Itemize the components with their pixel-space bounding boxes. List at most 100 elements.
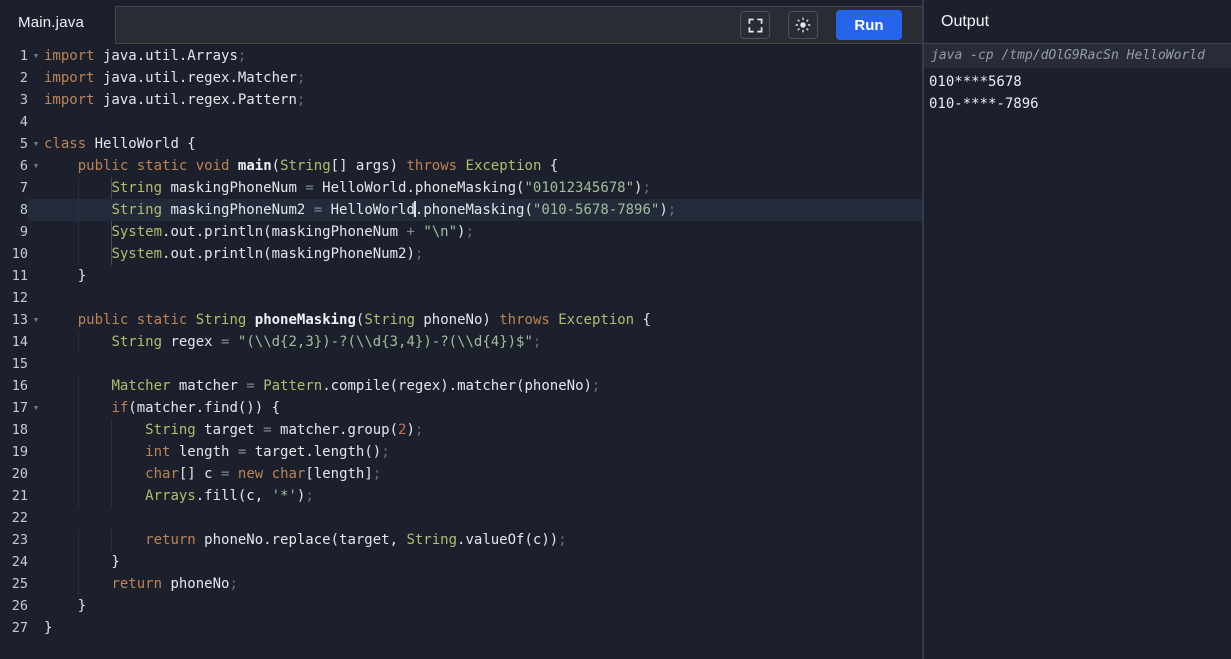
indent-guide — [77, 243, 79, 265]
code-line[interactable]: 2 import java.util.regex.Matcher; — [0, 67, 922, 89]
code-line[interactable]: 22 — [0, 507, 922, 529]
code-line[interactable]: 15 — [0, 353, 922, 375]
fold-icon[interactable]: ▾ — [28, 155, 44, 177]
line-number: 24 — [11, 554, 28, 570]
indent-guide — [111, 485, 113, 507]
code-content: return phoneNo; — [44, 573, 922, 595]
code-line[interactable]: 26 } — [0, 595, 922, 617]
indent-guide — [77, 485, 79, 507]
output-line: 010-****-7896 — [929, 96, 1039, 112]
run-button[interactable]: Run — [836, 10, 902, 40]
line-number: 4 — [19, 114, 28, 130]
line-number: 19 — [11, 444, 28, 460]
code-content: String target = matcher.group(2); — [44, 419, 922, 441]
line-number: 12 — [11, 290, 28, 306]
line-number: 26 — [11, 598, 28, 614]
code-content: if(matcher.find()) { — [44, 397, 922, 419]
tab-main-java[interactable]: Main.java — [0, 0, 115, 44]
line-number: 16 — [11, 378, 28, 394]
code-line[interactable]: 5 ▾ class HelloWorld { — [0, 133, 922, 155]
fold-icon[interactable]: ▾ — [28, 45, 44, 67]
code-content — [44, 111, 922, 133]
indent-guide — [77, 551, 79, 573]
code-line[interactable]: 3 import java.util.regex.Pattern; — [0, 89, 922, 111]
line-number: 18 — [11, 422, 28, 438]
code-line[interactable]: 21 Arrays.fill(c, '*'); — [0, 485, 922, 507]
editor-toolbar: Run — [115, 6, 922, 44]
indent-guide — [77, 463, 79, 485]
code-line[interactable]: 18 String target = matcher.group(2); — [0, 419, 922, 441]
fold-icon[interactable]: ▾ — [28, 309, 44, 331]
code-content: } — [44, 598, 87, 614]
theme-toggle-button[interactable] — [788, 11, 818, 39]
code-line[interactable]: 20 char[] c = new char[length]; — [0, 463, 922, 485]
code-line[interactable]: 23 return phoneNo.replace(target, String… — [0, 529, 922, 551]
line-number: 5 — [19, 136, 28, 152]
fold-icon[interactable]: ▾ — [28, 397, 44, 419]
code-line[interactable]: 7 String maskingPhoneNum = HelloWorld.ph… — [0, 177, 922, 199]
code-line[interactable]: 19 int length = target.length(); — [0, 441, 922, 463]
line-number: 21 — [11, 488, 28, 504]
indent-guide — [111, 529, 113, 551]
code-line[interactable]: 17 ▾ if(matcher.find()) { — [0, 397, 922, 419]
indent-guide — [77, 375, 79, 397]
code-content: import java.util.regex.Pattern; — [44, 92, 306, 108]
line-number: 17 — [11, 400, 28, 416]
fullscreen-button[interactable] — [740, 11, 770, 39]
indent-guide — [111, 441, 113, 463]
code-line[interactable]: 10 System.out.println(maskingPhoneNum2); — [0, 243, 922, 265]
line-number: 25 — [11, 576, 28, 592]
line-number: 7 — [19, 180, 28, 196]
code-line[interactable]: 4 — [0, 111, 922, 133]
code-line[interactable]: 14 String regex = "(\\d{2,3})-?(\\d{3,4}… — [0, 331, 922, 353]
line-number: 6 — [19, 158, 28, 174]
code-content: String maskingPhoneNum = HelloWorld.phon… — [44, 177, 922, 199]
indent-guide — [77, 573, 79, 595]
indent-guide — [111, 419, 113, 441]
header-bar: Main.java Run Output — [0, 0, 1231, 44]
output-lines: 010****5678 010-****-7896 — [924, 68, 1231, 115]
code-line[interactable]: 9 System.out.println(maskingPhoneNum + "… — [0, 221, 922, 243]
code-line[interactable]: 13 ▾ public static String phoneMasking(St… — [0, 309, 922, 331]
code-content: } — [44, 620, 53, 636]
output-command-line: java -cp /tmp/dOlG9RacSn HelloWorld — [924, 44, 1231, 68]
indent-guide — [77, 419, 79, 441]
line-number: 1 — [19, 48, 28, 64]
fold-icon[interactable]: ▾ — [28, 133, 44, 155]
code-line[interactable]: 25 return phoneNo; — [0, 573, 922, 595]
code-line[interactable]: 1 ▾ import java.util.Arrays; — [0, 45, 922, 67]
code-content: Matcher matcher = Pattern.compile(regex)… — [44, 375, 922, 397]
code-line[interactable]: 16 Matcher matcher = Pattern.compile(reg… — [0, 375, 922, 397]
line-number: 3 — [19, 92, 28, 108]
code-editor[interactable]: 1 ▾ import java.util.Arrays; 2 import java.u… — [0, 44, 922, 659]
code-line[interactable]: 27} — [0, 617, 922, 639]
code-line[interactable]: 11 } — [0, 265, 922, 287]
code-line[interactable]: 12 — [0, 287, 922, 309]
line-number: 15 — [11, 356, 28, 372]
line-number: 13 — [11, 312, 28, 328]
code-line[interactable]: 6 ▾ public static void main(String[] args… — [0, 155, 922, 177]
code-content: System.out.println(maskingPhoneNum2); — [44, 243, 922, 265]
line-number: 23 — [11, 532, 28, 548]
code-line[interactable]: 8 String maskingPhoneNum2 = HelloWorld.p… — [0, 199, 922, 221]
code-lines: 1 ▾ import java.util.Arrays; 2 import java.u… — [0, 45, 922, 639]
active-indent-guide — [111, 177, 113, 199]
indent-guide — [77, 199, 79, 221]
code-content: String maskingPhoneNum2 = HelloWorld.pho… — [44, 199, 922, 221]
fullscreen-icon — [748, 18, 762, 32]
code-line[interactable]: 24 } — [0, 551, 922, 573]
indent-guide — [77, 177, 79, 199]
code-content: public static void main(String[] args) t… — [77, 158, 559, 174]
code-content: import java.util.regex.Matcher; — [44, 70, 306, 86]
indent-guide — [77, 441, 79, 463]
